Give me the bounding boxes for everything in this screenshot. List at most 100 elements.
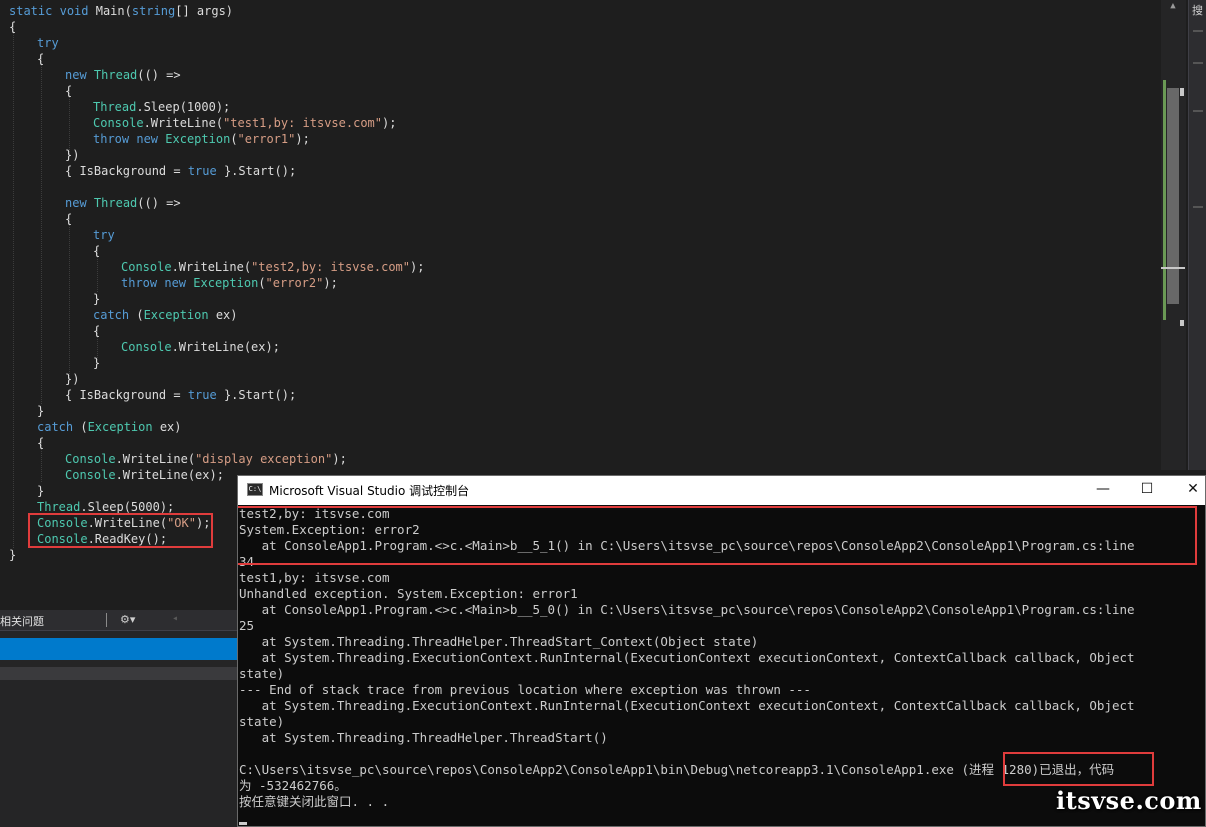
close-button[interactable]: ✕ xyxy=(1170,476,1205,505)
console-titlebar[interactable]: C:\ Microsoft Visual Studio 调试控制台 — ☐ ✕ xyxy=(238,476,1205,505)
console-title: Microsoft Visual Studio 调试控制台 xyxy=(269,484,470,498)
solution-explorer-edge[interactable]: 搜 xyxy=(1188,0,1206,470)
code-line: { xyxy=(9,19,16,35)
code-token: ); xyxy=(195,516,211,530)
code-line: Console.WriteLine("OK"); xyxy=(37,515,210,531)
code-token: { xyxy=(93,244,101,258)
panel-item xyxy=(1193,62,1203,64)
code-token: ); xyxy=(332,452,347,466)
search-tab-label[interactable]: 搜 xyxy=(1192,2,1203,18)
code-line: { IsBackground = true }.Start(); xyxy=(65,163,296,179)
filter-icon[interactable]: ⚙▾ xyxy=(120,613,135,626)
code-line: try xyxy=(37,35,59,51)
indent-guide xyxy=(13,26,14,548)
scroll-left-icon[interactable]: ◂ xyxy=(172,613,178,624)
code-token: ex) xyxy=(208,308,238,322)
code-token: Thread xyxy=(37,500,81,514)
code-token: try xyxy=(93,228,115,242)
code-token: "error2" xyxy=(265,276,324,290)
code-token: Exception xyxy=(165,132,231,146)
chevron-down-icon[interactable]: ▾ xyxy=(130,613,136,626)
code-token: .WriteLine( xyxy=(87,516,168,530)
code-token: catch xyxy=(93,308,130,322)
related-issues-tab[interactable]: 相关问题 xyxy=(0,613,44,629)
toolbar-separator xyxy=(106,613,107,627)
code-token: }) xyxy=(65,372,80,386)
code-line: Console.WriteLine("test1,by: itsvse.com"… xyxy=(93,115,396,131)
code-token: new xyxy=(164,276,187,290)
code-token: } xyxy=(9,548,17,562)
scroll-up-icon[interactable]: ▲ xyxy=(1169,2,1177,11)
scroll-marker xyxy=(1180,320,1184,326)
code-token: (() => xyxy=(137,68,181,82)
caret-position-marker xyxy=(1161,267,1185,269)
code-token: Console xyxy=(37,516,88,530)
code-token: .ReadKey(); xyxy=(87,532,168,546)
code-token: .WriteLine( xyxy=(143,116,224,130)
code-token: ( xyxy=(258,276,266,290)
panel-item xyxy=(1193,30,1203,32)
indent-guide xyxy=(41,58,42,404)
code-token: Exception xyxy=(143,308,209,322)
code-token: Exception xyxy=(87,420,153,434)
console-line: 25 xyxy=(239,618,255,633)
maximize-button[interactable]: ☐ xyxy=(1124,476,1170,505)
code-token: throw xyxy=(93,132,130,146)
minimize-button[interactable]: — xyxy=(1080,476,1126,505)
code-token: Thread xyxy=(93,100,137,114)
console-line: 34 xyxy=(239,554,255,569)
code-token: } xyxy=(37,404,45,418)
editor-scrollbar[interactable]: ▲ xyxy=(1161,0,1186,470)
indent-guide xyxy=(69,218,70,378)
code-line: } xyxy=(93,355,100,371)
code-token: true xyxy=(187,388,217,402)
code-line: { xyxy=(65,211,72,227)
code-line: Thread.Sleep(5000); xyxy=(37,499,174,515)
code-token: new xyxy=(65,68,87,82)
list-row[interactable] xyxy=(0,667,238,680)
code-token: true xyxy=(187,164,217,178)
console-line: at System.Threading.ThreadHelper.ThreadS… xyxy=(239,634,759,649)
selected-row[interactable] xyxy=(0,638,238,660)
console-line: test1,by: itsvse.com xyxy=(239,570,390,585)
console-line: 按任意键关闭此窗口. . . xyxy=(239,794,390,809)
code-line: Console.WriteLine(ex); xyxy=(65,467,224,483)
code-token: .WriteLine( xyxy=(171,260,252,274)
code-token: { xyxy=(37,52,45,66)
code-line: { xyxy=(93,243,100,259)
code-token: "error1" xyxy=(237,132,296,146)
debug-console-window[interactable]: C:\ Microsoft Visual Studio 调试控制台 — ☐ ✕ … xyxy=(237,475,1206,827)
code-line: } xyxy=(37,483,44,499)
code-token: .WriteLine(ex); xyxy=(115,468,224,482)
code-line: { xyxy=(37,51,44,67)
code-token: static xyxy=(9,4,53,18)
code-token: } xyxy=(93,292,101,306)
console-line: System.Exception: error2 xyxy=(239,522,420,537)
console-cursor xyxy=(239,822,247,825)
code-token: [] args) xyxy=(175,4,234,18)
code-line: }) xyxy=(65,147,79,163)
code-line: new Thread(() => xyxy=(65,195,181,211)
code-token: ex) xyxy=(152,420,182,434)
code-token: new xyxy=(65,196,87,210)
code-line: }) xyxy=(65,371,79,387)
code-line: Console.WriteLine(ex); xyxy=(121,339,280,355)
code-token: Exception xyxy=(193,276,259,290)
console-line: state) xyxy=(239,714,285,729)
scrollbar-thumb[interactable] xyxy=(1167,88,1179,304)
panel-item xyxy=(1193,206,1203,208)
console-line: --- End of stack trace from previous loc… xyxy=(239,682,811,697)
code-token: Console xyxy=(37,532,88,546)
code-token: "test2,by: itsvse.com" xyxy=(251,260,411,274)
change-marker xyxy=(1163,80,1166,320)
code-token: new xyxy=(136,132,159,146)
code-line: { xyxy=(37,435,44,451)
code-token: Console xyxy=(93,116,144,130)
indent-guide xyxy=(69,90,70,154)
code-line: Console.ReadKey(); xyxy=(37,531,167,547)
code-line: catch (Exception ex) xyxy=(93,307,238,323)
code-token: Thread xyxy=(93,68,138,82)
